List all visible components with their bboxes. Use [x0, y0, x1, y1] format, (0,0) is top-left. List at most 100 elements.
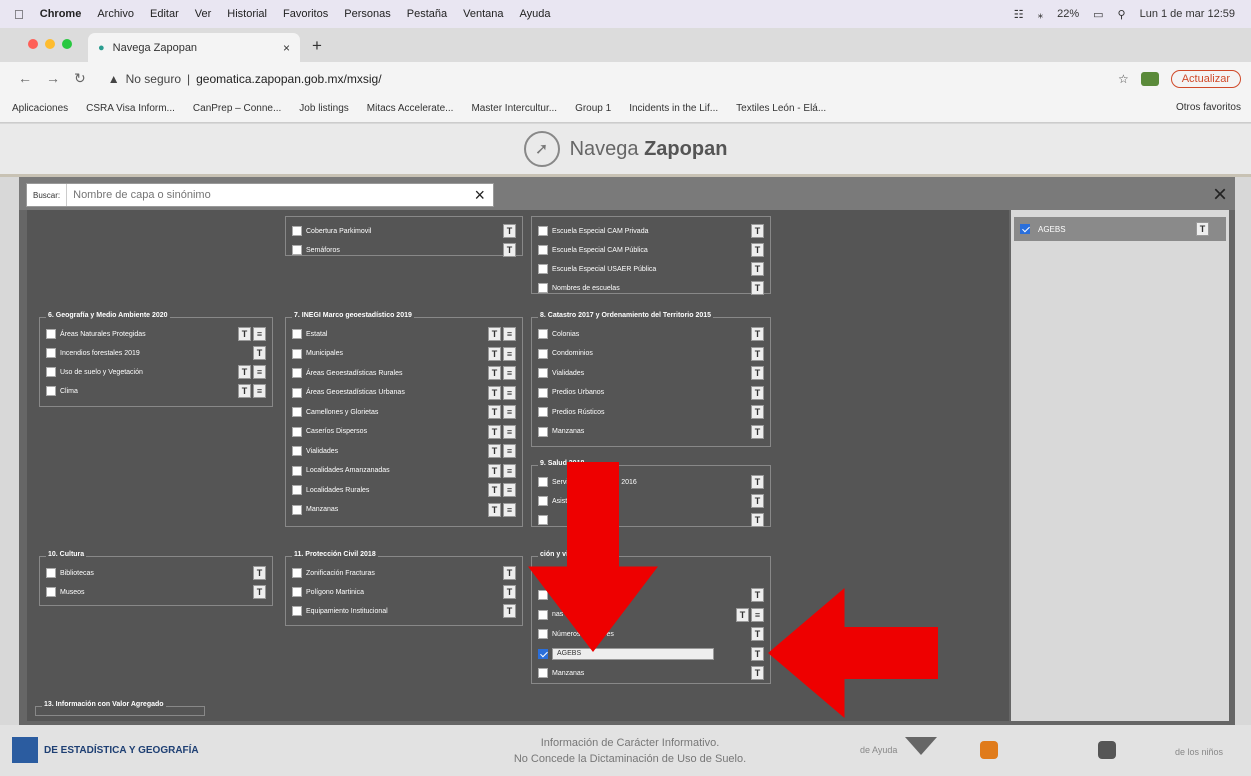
- attribute-table-icon[interactable]: T: [488, 385, 501, 400]
- attribute-table-icon[interactable]: T: [488, 463, 501, 478]
- attribute-table-icon[interactable]: T: [488, 346, 501, 361]
- layer-checkbox[interactable]: [292, 606, 302, 616]
- attribute-table-icon[interactable]: T: [503, 566, 516, 580]
- reload-icon[interactable]: ↻: [74, 70, 86, 87]
- layer-checkbox[interactable]: [292, 568, 302, 578]
- attribute-table-icon[interactable]: T: [238, 327, 251, 341]
- layer-item[interactable]: Clima: [46, 383, 78, 399]
- layer-item[interactable]: [538, 646, 552, 662]
- layer-checkbox[interactable]: [538, 348, 548, 359]
- layer-item[interactable]: Manzanas: [538, 424, 584, 440]
- layer-item[interactable]: Colonias: [538, 326, 579, 342]
- bookmark-mitacs[interactable]: Mitacs Accelerate...: [367, 103, 454, 114]
- attribute-table-icon[interactable]: T: [751, 405, 764, 419]
- close-window-icon[interactable]: [28, 39, 38, 49]
- layer-checkbox[interactable]: [292, 426, 302, 437]
- layer-item[interactable]: Semáforos: [292, 242, 340, 258]
- layer-checkbox[interactable]: [46, 587, 56, 597]
- layer-checkbox[interactable]: [538, 245, 548, 255]
- battery-label[interactable]: 22%: [1057, 8, 1079, 20]
- layer-checkbox[interactable]: [538, 496, 548, 506]
- attribute-table-icon[interactable]: T: [488, 424, 501, 439]
- layer-item[interactable]: Escuela Especial CAM Pública: [538, 242, 648, 258]
- attribute-table-icon[interactable]: T: [503, 585, 516, 599]
- attribute-table-icon[interactable]: T: [488, 327, 501, 341]
- attribute-table-icon[interactable]: T: [751, 646, 764, 661]
- attribute-table-icon[interactable]: T: [751, 627, 764, 641]
- layer-item[interactable]: Uso de suelo y Vegetación: [46, 364, 143, 380]
- metadata-icon[interactable]: ≡: [503, 424, 516, 439]
- layer-item[interactable]: Condominios: [538, 346, 593, 362]
- layer-item[interactable]: Caseríos Dispersos: [292, 424, 367, 440]
- attribute-table-icon[interactable]: T: [503, 243, 516, 257]
- bookmark-apps[interactable]: Aplicaciones: [12, 103, 68, 114]
- attribute-table-icon[interactable]: T: [751, 281, 764, 295]
- menu-ver[interactable]: Ver: [195, 8, 212, 20]
- layer-checkbox[interactable]: [292, 504, 302, 515]
- layer-item[interactable]: Vialidades: [538, 365, 584, 381]
- layer-item[interactable]: Localidades Rurales: [292, 482, 369, 498]
- layer-item[interactable]: [538, 512, 552, 528]
- attribute-table-icon[interactable]: T: [751, 224, 764, 238]
- attribute-table-icon[interactable]: T: [751, 588, 764, 602]
- layer-item[interactable]: Escuela Especial USAER Pública: [538, 261, 656, 277]
- layer-checkbox[interactable]: [292, 387, 302, 398]
- layer-item[interactable]: Áreas Geoestadísticas Rurales: [292, 365, 403, 381]
- layer-item[interactable]: Escuela Especial CAM Privada: [538, 223, 649, 239]
- attribute-table-icon[interactable]: T: [751, 243, 764, 257]
- forward-icon[interactable]: →: [46, 70, 60, 87]
- close-tab-icon[interactable]: ×: [283, 41, 290, 55]
- attribute-table-icon[interactable]: T: [488, 483, 501, 497]
- bookmark-group1[interactable]: Group 1: [575, 103, 611, 114]
- layer-item[interactable]: Estatal: [292, 326, 327, 342]
- menu-personas[interactable]: Personas: [344, 8, 390, 20]
- tab-navega-zapopan[interactable]: ● Navega Zapopan ×: [88, 33, 300, 62]
- metadata-icon[interactable]: ≡: [503, 385, 516, 400]
- bookmark-master[interactable]: Master Intercultur...: [471, 103, 557, 114]
- back-icon[interactable]: ←: [18, 70, 32, 87]
- attribute-table-icon[interactable]: T: [253, 585, 266, 599]
- layer-item[interactable]: Museos: [46, 584, 85, 600]
- metadata-icon[interactable]: ≡: [503, 444, 516, 458]
- attribute-table-icon[interactable]: T: [751, 327, 764, 341]
- layer-item[interactable]: Equipamiento Institucional: [292, 603, 388, 619]
- metadata-icon[interactable]: ≡: [253, 384, 266, 398]
- update-button[interactable]: Actualizar: [1170, 69, 1241, 88]
- selected-layer-row[interactable]: AGEBS T: [1014, 217, 1226, 241]
- new-tab-icon[interactable]: +: [312, 36, 322, 56]
- layer-item[interactable]: Camellones y Glorietas: [292, 404, 378, 420]
- url-field[interactable]: ▲ No seguro | geomatica.zapopan.gob.mx/m…: [108, 72, 382, 86]
- attribute-table-icon[interactable]: T: [751, 513, 764, 527]
- layer-item[interactable]: Áreas Geoestadísticas Urbanas: [292, 385, 405, 401]
- minimize-window-icon[interactable]: [45, 39, 55, 49]
- search-icon[interactable]: ⚲: [1118, 8, 1126, 21]
- star-icon[interactable]: ☆: [1118, 72, 1129, 86]
- metadata-icon[interactable]: ≡: [503, 405, 516, 419]
- layer-checkbox[interactable]: [538, 283, 548, 293]
- attribute-table-icon[interactable]: T: [488, 444, 501, 458]
- layer-item[interactable]: Incendios forestales 2019: [46, 345, 140, 361]
- layer-item[interactable]: Municipales: [292, 346, 343, 362]
- layer-checkbox[interactable]: [538, 629, 548, 639]
- attribute-table-icon[interactable]: T: [488, 502, 501, 517]
- layer-item[interactable]: Predios Urbanos: [538, 385, 604, 401]
- other-bookmarks[interactable]: Otros favoritos: [1176, 102, 1241, 113]
- layer-item[interactable]: Nombres de escuelas: [538, 280, 620, 296]
- metadata-icon[interactable]: ≡: [503, 346, 516, 361]
- layer-checkbox[interactable]: [46, 568, 56, 578]
- metadata-icon[interactable]: ≡: [253, 327, 266, 341]
- metadata-icon[interactable]: ≡: [503, 502, 516, 517]
- layer-checkbox[interactable]: [292, 446, 302, 456]
- bookmark-incidents[interactable]: Incidents in the Lif...: [629, 103, 718, 114]
- layer-checkbox[interactable]: [292, 587, 302, 597]
- layer-checkbox[interactable]: [292, 329, 302, 339]
- layer-checkbox[interactable]: [538, 590, 548, 600]
- attribute-table-icon[interactable]: T: [503, 604, 516, 618]
- metadata-icon[interactable]: ≡: [503, 483, 516, 497]
- attribute-table-icon[interactable]: T: [488, 366, 501, 380]
- layer-item[interactable]: Manzanas: [292, 502, 338, 518]
- help-triangle-icon[interactable]: [905, 737, 937, 755]
- attribute-table-icon[interactable]: T: [503, 224, 516, 238]
- layer-checkbox[interactable]: [538, 226, 548, 236]
- menu-app-name[interactable]: Chrome: [40, 8, 82, 20]
